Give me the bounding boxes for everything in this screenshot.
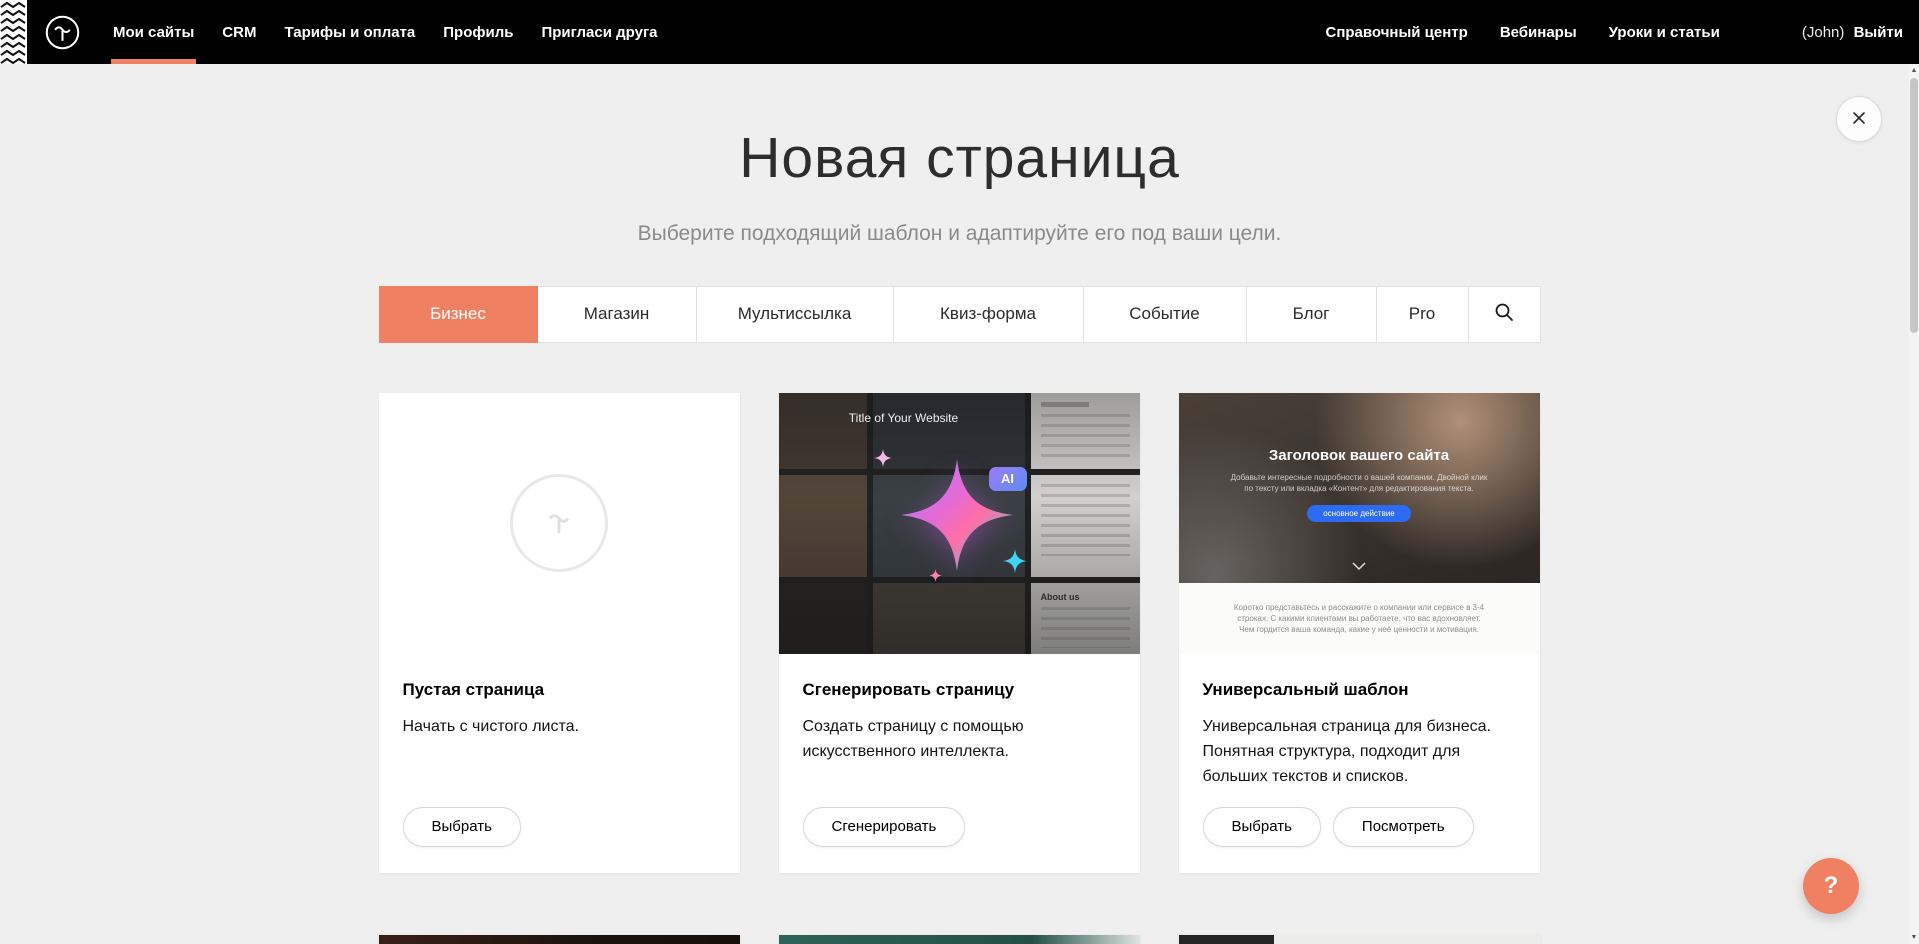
nav-my-sites[interactable]: Мои сайты	[99, 0, 208, 64]
logout-link[interactable]: Выйти	[1854, 24, 1903, 41]
template-card-universal[interactable]: Заголовок вашего сайта Добавьте интересн…	[1179, 393, 1540, 873]
top-navigation-bar: Мои сайты CRM Тарифы и оплата Профиль Пр…	[0, 0, 1919, 64]
scrollbar-up-icon[interactable]: ▲	[1909, 64, 1919, 77]
card-description: Универсальная страница для бизнеса. Поня…	[1203, 714, 1516, 789]
card-title: Сгенерировать страницу	[803, 680, 1116, 700]
nav-profile[interactable]: Профиль	[429, 0, 527, 64]
hero-title: Заголовок вашего сайта	[1179, 393, 1540, 464]
partial-preview-block	[1179, 935, 1274, 944]
generate-button[interactable]: Сгенерировать	[803, 807, 966, 847]
nav-lessons[interactable]: Уроки и статьи	[1609, 24, 1720, 41]
help-button[interactable]: ?	[1803, 858, 1859, 914]
blank-preview	[379, 393, 740, 654]
card-description: Начать с чистого листа.	[403, 714, 716, 739]
template-grid: Пустая страница Начать с чистого листа. …	[379, 393, 1541, 873]
template-card-partial[interactable]	[379, 935, 740, 944]
tab-business[interactable]: Бизнес	[379, 286, 538, 343]
ai-preview: About us Title of Your Website	[779, 393, 1140, 654]
ai-sparkle-small-icon	[929, 569, 942, 582]
nav-webinars[interactable]: Вебинары	[1500, 24, 1577, 41]
tilda-logo-icon[interactable]	[44, 14, 81, 51]
tab-search[interactable]	[1469, 286, 1541, 343]
universal-text-section: Коротко представьтесь и расскажите о ком…	[1179, 583, 1540, 654]
tab-blog[interactable]: Блог	[1247, 286, 1377, 343]
universal-hero: Заголовок вашего сайта Добавьте интересн…	[1179, 393, 1540, 583]
choose-blank-button[interactable]: Выбрать	[403, 807, 521, 847]
hero-cta-button: основное действие	[1307, 505, 1411, 522]
scrollbar-thumb[interactable]	[1910, 78, 1918, 333]
nav-help-center[interactable]: Справочный центр	[1326, 24, 1468, 41]
tab-pro[interactable]: Pro	[1377, 286, 1469, 343]
nav-pricing[interactable]: Тарифы и оплата	[270, 0, 429, 64]
close-icon	[1850, 109, 1868, 130]
template-card-blank[interactable]: Пустая страница Начать с чистого листа. …	[379, 393, 740, 873]
scrollbar-down-icon[interactable]: ▼	[1909, 931, 1919, 944]
universal-paragraph: Коротко представьтесь и расскажите о ком…	[1233, 602, 1485, 635]
page-subtitle: Выберите подходящий шаблон и адаптируйте…	[379, 222, 1541, 246]
user-block: (John) Выйти	[1802, 24, 1903, 41]
nav-crm[interactable]: CRM	[208, 0, 270, 64]
tilda-watermark-icon	[510, 474, 608, 572]
card-title: Универсальный шаблон	[1203, 680, 1516, 700]
secondary-nav: Справочный центр Вебинары Уроки и статьи…	[1326, 24, 1919, 41]
template-card-partial[interactable]	[779, 935, 1140, 944]
nav-invite-friend[interactable]: Пригласи друга	[527, 0, 671, 64]
card-title: Пустая страница	[403, 680, 716, 700]
ai-sparkle-small-icon	[874, 449, 892, 467]
template-card-partial[interactable]	[1179, 935, 1540, 944]
tab-quiz-form[interactable]: Квиз-форма	[894, 286, 1084, 343]
close-button[interactable]	[1836, 96, 1882, 142]
chevron-down-icon	[1352, 558, 1366, 576]
tab-store[interactable]: Магазин	[538, 286, 697, 343]
template-grid-row2	[379, 935, 1541, 944]
universal-preview: Заголовок вашего сайта Добавьте интересн…	[1179, 393, 1540, 654]
tilda-zigzag-decoration	[0, 0, 27, 64]
user-name: (John)	[1802, 24, 1845, 41]
choose-universal-button[interactable]: Выбрать	[1203, 807, 1321, 847]
ai-sparkle-small-icon	[1003, 549, 1027, 573]
scrollbar[interactable]: ▲ ▼	[1909, 64, 1919, 944]
preview-universal-button[interactable]: Посмотреть	[1333, 807, 1474, 847]
page-title: Новая страница	[379, 64, 1541, 192]
tab-multilink[interactable]: Мультиссылка	[697, 286, 894, 343]
card-description: Создать страницу с помощью искусственног…	[803, 714, 1116, 764]
template-card-ai-generate[interactable]: About us Title of Your Website	[779, 393, 1140, 873]
tab-event[interactable]: Событие	[1084, 286, 1247, 343]
new-page-modal: Новая страница Выберите подходящий шабло…	[0, 64, 1919, 944]
search-icon	[1494, 302, 1514, 327]
primary-nav: Мои сайты CRM Тарифы и оплата Профиль Пр…	[99, 0, 672, 64]
ai-preview-title: Title of Your Website	[797, 411, 1011, 425]
ai-badge: AI	[989, 467, 1027, 491]
hero-subtitle: Добавьте интересные подробности о вашей …	[1228, 472, 1490, 494]
template-category-tabs: Бизнес Магазин Мультиссылка Квиз-форма С…	[379, 286, 1541, 343]
